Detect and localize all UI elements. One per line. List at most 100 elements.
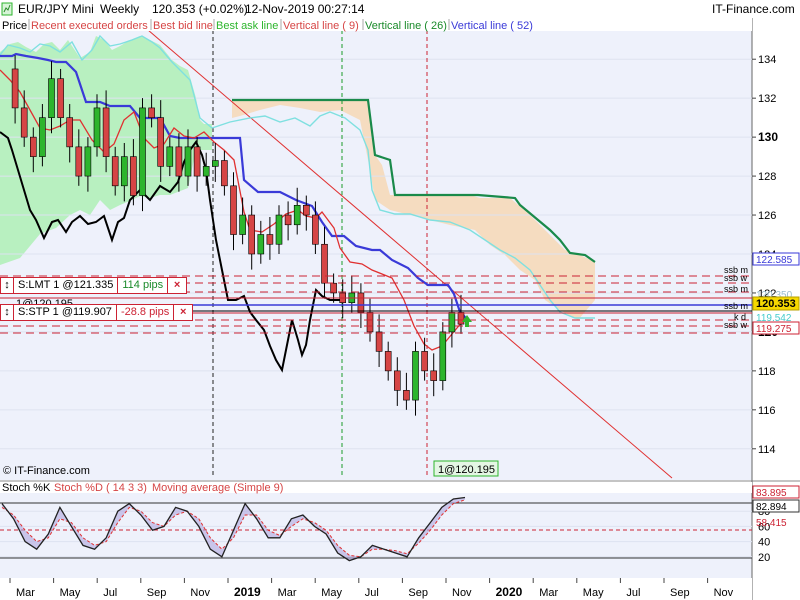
limit-order-pips: 114 pips — [118, 277, 169, 294]
candle[interactable] — [20, 107, 28, 138]
candle[interactable] — [384, 351, 392, 372]
stoch-value-3: 58.415 — [756, 518, 787, 529]
price-tick-label: 126 — [758, 210, 776, 222]
datetime-label: 12-Nov-2019 00:27:14 — [245, 2, 365, 16]
timeframe-label[interactable]: Weekly — [100, 2, 139, 16]
position-tag: 1@120.195 — [438, 464, 495, 476]
legend-best-bid[interactable]: Best bid line — [153, 20, 213, 32]
stoch-tick-label: 20 — [758, 552, 770, 564]
candle[interactable] — [312, 214, 319, 245]
candle[interactable] — [284, 214, 292, 226]
candle[interactable] — [75, 146, 83, 177]
candle[interactable] — [39, 117, 46, 157]
candle[interactable] — [121, 156, 128, 187]
candle[interactable] — [430, 370, 438, 381]
candle[interactable] — [366, 312, 374, 333]
time-tick-label: May — [583, 587, 604, 599]
candle[interactable] — [193, 146, 201, 177]
candle[interactable] — [102, 107, 110, 157]
candle[interactable] — [11, 68, 19, 109]
copyright-label: © IT-Finance.com — [3, 465, 90, 477]
candle[interactable] — [48, 78, 55, 118]
candle[interactable] — [57, 78, 64, 118]
candle[interactable] — [212, 160, 219, 167]
time-tick-label: Sep — [408, 587, 428, 599]
candle[interactable] — [221, 160, 228, 187]
stoch-value-2: 82.894 — [756, 502, 787, 513]
stop-order-box[interactable]: ↕ S:STP 1 @119.907 -28.8 pips × — [0, 304, 194, 321]
stoch-plot-area[interactable] — [0, 492, 752, 578]
time-tick-label: Sep — [147, 587, 167, 599]
candle[interactable] — [266, 234, 274, 245]
candle[interactable] — [230, 185, 237, 235]
price-change-label: 120.353 (+0.02%) — [152, 2, 248, 16]
candle[interactable] — [412, 351, 419, 401]
limit-order-close-icon[interactable]: × — [168, 277, 188, 294]
candle[interactable] — [84, 146, 92, 177]
candle[interactable] — [157, 117, 164, 167]
time-tick-label: Nov — [452, 587, 472, 599]
candle[interactable] — [321, 243, 328, 284]
candle[interactable] — [293, 205, 301, 226]
time-tick-label: Jul — [365, 587, 379, 599]
legend-vline-52[interactable]: Vertical line ( 52) — [451, 20, 533, 32]
candle[interactable] — [184, 146, 192, 177]
chart-window: EUR/JPY Mini Weekly 120.353 (+0.02%) 12-… — [0, 0, 800, 600]
time-tick-label: Jul — [626, 587, 640, 599]
stoch-title[interactable]: Stoch %K — [2, 482, 51, 494]
limit-order-box[interactable]: ↕ S:LMT 1 @121.335 114 pips × — [0, 277, 188, 294]
candle[interactable] — [393, 370, 401, 391]
price-tick-label: 118 — [758, 366, 776, 378]
legend-vline-26[interactable]: Vertical line ( 26) — [365, 20, 447, 32]
limit-order-label[interactable]: S:LMT 1 @121.335 — [14, 277, 119, 294]
legend-recent-orders[interactable]: Recent executed orders — [31, 20, 148, 32]
legend-price[interactable]: Price — [2, 20, 27, 32]
candle[interactable] — [448, 312, 456, 333]
candle[interactable] — [111, 156, 119, 187]
ssb-w-label: ssb w — [724, 273, 748, 283]
stoch-tick-label: 40 — [758, 537, 770, 549]
time-tick-label: Jul — [103, 587, 117, 599]
drag-handle-icon[interactable]: ↕ — [0, 304, 14, 321]
symbol-label: EUR/JPY Mini — [18, 2, 94, 16]
candle[interactable] — [357, 292, 365, 313]
brand-label: IT-Finance.com — [712, 2, 795, 16]
candle[interactable] — [202, 166, 210, 177]
candle[interactable] — [275, 214, 283, 245]
candle[interactable] — [403, 390, 410, 401]
candle[interactable] — [239, 214, 246, 235]
price-tick-label: 128 — [758, 171, 776, 183]
candle[interactable] — [175, 146, 183, 177]
candle[interactable] — [257, 234, 265, 255]
price-tick-label: 132 — [758, 93, 776, 105]
ssb-m-label-2: ssb m — [724, 284, 748, 294]
stop-order-close-icon[interactable]: × — [174, 304, 194, 321]
time-tick-label: Sep — [670, 587, 690, 599]
candle[interactable] — [166, 146, 174, 167]
candle[interactable] — [29, 136, 37, 157]
stoch-d-legend[interactable]: Stoch %D ( 14 3 3) — [54, 482, 147, 494]
candle[interactable] — [375, 331, 383, 352]
time-tick-label: Nov — [714, 587, 734, 599]
candle[interactable] — [457, 312, 465, 325]
candle[interactable] — [302, 205, 310, 216]
legend-best-ask[interactable]: Best ask line — [216, 20, 278, 32]
time-tick-label: Mar — [539, 587, 558, 599]
legend-vline-9[interactable]: Vertical line ( 9) — [283, 20, 359, 32]
candle[interactable] — [439, 331, 447, 381]
candle[interactable] — [130, 156, 137, 196]
candle[interactable] — [330, 282, 337, 294]
candle[interactable] — [421, 351, 428, 372]
candle[interactable] — [93, 107, 101, 148]
stop-order-label[interactable]: S:STP 1 @119.907 — [14, 304, 117, 321]
price-tick-label: 114 — [758, 444, 776, 456]
candle[interactable] — [248, 214, 255, 255]
candle[interactable] — [148, 107, 155, 118]
candle[interactable] — [66, 117, 73, 148]
chart-canvas[interactable]: EUR/JPY Mini Weekly 120.353 (+0.02%) 12-… — [0, 0, 800, 600]
stoch-ma-legend[interactable]: Moving average (Simple 9) — [152, 482, 283, 494]
candle[interactable] — [139, 107, 146, 196]
price-tick-label: 134 — [758, 54, 776, 66]
time-tick-label: May — [60, 587, 81, 599]
drag-handle-icon[interactable]: ↕ — [0, 277, 14, 294]
